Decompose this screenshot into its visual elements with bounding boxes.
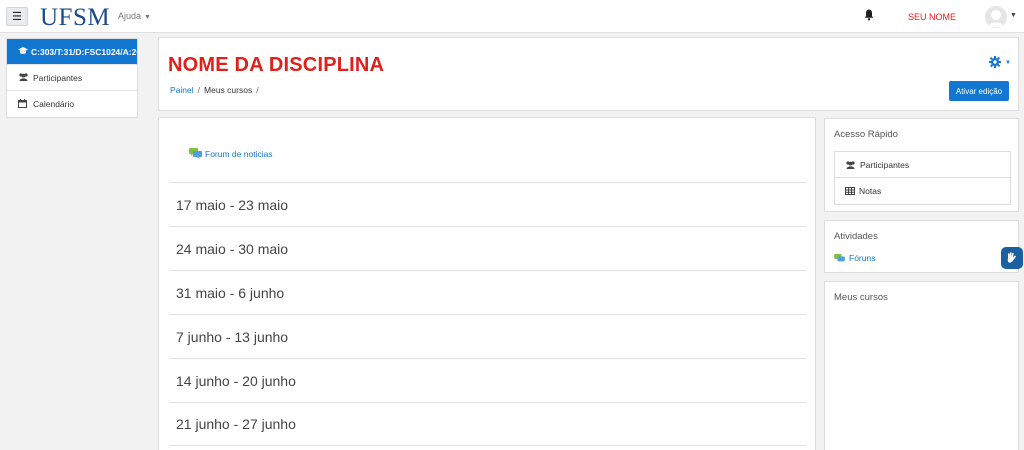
gear-icon: [989, 56, 1001, 68]
drawer-item-label: Calendário: [33, 99, 75, 109]
user-menu-chevron-icon[interactable]: ▼: [1010, 12, 1017, 19]
breadcrumb-current[interactable]: Meus cursos: [204, 85, 252, 95]
quick-access-label: Participantes: [860, 159, 910, 170]
graduation-cap-icon: [18, 46, 28, 57]
block-title: Meus cursos: [834, 292, 888, 303]
week-section[interactable]: 17 maio - 23 maio: [169, 182, 806, 226]
quick-access-grades[interactable]: Notas: [835, 178, 1010, 204]
breadcrumb-link-dashboard[interactable]: Painel: [170, 85, 194, 95]
course-header: NOME DA DISCIPLINA Painel / Meus cursos / ▼…: [158, 37, 1019, 111]
accessibility-button[interactable]: [1001, 247, 1023, 269]
notifications-button[interactable]: [864, 9, 876, 23]
table-icon: [845, 187, 855, 195]
week-section[interactable]: 7 junho - 13 junho: [169, 314, 806, 358]
help-menu-label: Ajuda: [118, 11, 142, 21]
site-logo[interactable]: UFSM: [40, 4, 110, 32]
breadcrumb-separator: /: [197, 85, 201, 95]
quick-access-label: Notas: [859, 186, 882, 196]
sign-language-hand-icon: [1007, 252, 1016, 263]
help-menu[interactable]: Ajuda ▼: [118, 11, 151, 21]
course-settings-button[interactable]: [989, 56, 1001, 70]
page-title: NOME DA DISCIPLINA: [168, 54, 385, 76]
users-icon: [846, 160, 855, 169]
week-section[interactable]: 14 junho - 20 junho: [169, 358, 806, 402]
course-content: Forum de noticias 17 maio - 23 maio 24 m…: [158, 117, 816, 450]
bell-icon: [864, 9, 874, 21]
block-title: Atividades: [834, 231, 878, 242]
drawer-item-participants[interactable]: Participantes: [7, 65, 137, 91]
drawer-item-label: C:303/T:31/D:FSC1024/A:2018: [31, 46, 137, 57]
calendar-icon: [18, 98, 30, 110]
block-title: Acesso Rápido: [834, 129, 898, 140]
forum-icon: [834, 253, 845, 261]
news-forum-label: Forum de noticias: [205, 148, 273, 159]
breadcrumb-separator: /: [256, 85, 259, 95]
top-navbar: ☰ UFSM Ajuda ▼ SEU NOME ▼: [0, 0, 1024, 33]
forums-link[interactable]: Fóruns: [834, 253, 875, 263]
my-courses-block: Meus cursos: [824, 281, 1019, 450]
menu-toggle-button[interactable]: ☰: [6, 7, 28, 26]
quick-access-block: Acesso Rápido Participantes Notas: [824, 118, 1019, 212]
user-name[interactable]: SEU NOME: [908, 12, 956, 22]
quick-access-list: Participantes Notas: [834, 151, 1011, 205]
news-forum-link[interactable]: Forum de noticias: [189, 148, 273, 159]
user-icon: [985, 6, 1007, 28]
drawer-item-course[interactable]: C:303/T:31/D:FSC1024/A:2018: [7, 39, 137, 65]
forums-link-label: Fóruns: [849, 253, 876, 263]
week-section[interactable]: 24 maio - 30 maio: [169, 226, 806, 270]
drawer-item-label: Participantes: [33, 72, 83, 83]
hamburger-icon: ☰: [12, 11, 22, 23]
week-list: 17 maio - 23 maio 24 maio - 30 maio 31 m…: [169, 182, 806, 446]
breadcrumb: Painel / Meus cursos /: [170, 85, 263, 95]
turn-editing-on-button[interactable]: Ativar edição: [949, 81, 1009, 101]
users-icon: [18, 72, 30, 83]
chevron-down-icon: ▼: [144, 14, 151, 21]
activities-block: Atividades Fóruns: [824, 220, 1019, 273]
forum-icon: [189, 148, 202, 159]
week-section[interactable]: 21 junho - 27 junho: [169, 402, 806, 446]
nav-drawer: C:303/T:31/D:FSC1024/A:2018 Participante…: [0, 33, 150, 450]
week-section[interactable]: 31 maio - 6 junho: [169, 270, 806, 314]
quick-access-participants[interactable]: Participantes: [835, 152, 1010, 178]
chevron-down-icon[interactable]: ▼: [1005, 60, 1011, 66]
drawer-item-calendar[interactable]: Calendário: [7, 91, 137, 117]
drawer-list: C:303/T:31/D:FSC1024/A:2018 Participante…: [6, 38, 138, 118]
avatar[interactable]: [985, 6, 1007, 28]
